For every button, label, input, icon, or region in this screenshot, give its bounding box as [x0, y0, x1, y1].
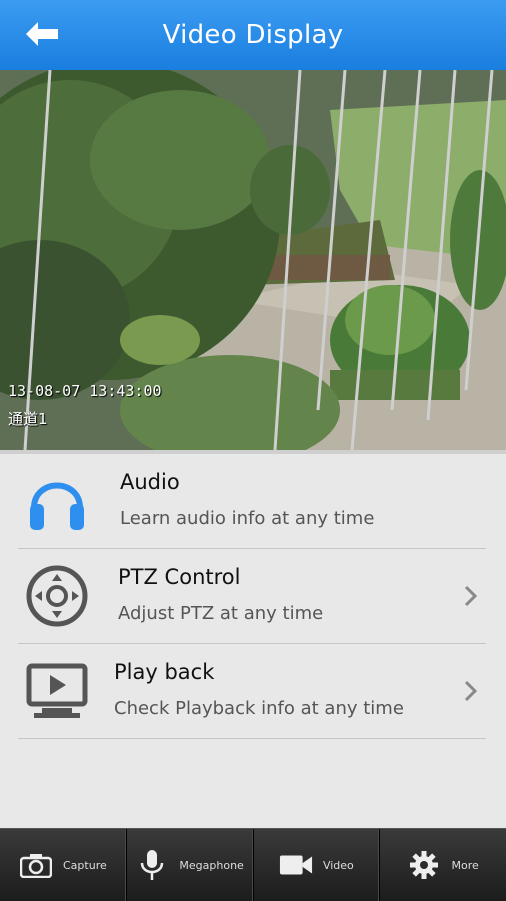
- tab-label-more: More: [451, 858, 479, 872]
- video-feed[interactable]: 13-08-07 13:43:00 通道1: [0, 70, 506, 450]
- options-list: Audio Learn audio info at any time PTZ C…: [18, 454, 486, 739]
- headphones-icon: [30, 482, 84, 530]
- list-item-ptz-control[interactable]: PTZ Control Adjust PTZ at any time: [18, 549, 486, 644]
- chevron-right-icon: [464, 585, 478, 607]
- tab-label-megaphone: Megaphone: [179, 858, 244, 872]
- page-title: Video Display: [162, 20, 344, 50]
- playback-monitor-icon: [26, 663, 88, 718]
- video-channel-label: 通道1: [8, 410, 48, 428]
- camera-icon: [19, 850, 53, 880]
- microphone-icon: [135, 850, 169, 880]
- list-item-play-back[interactable]: Play back Check Playback info at any tim…: [18, 644, 486, 739]
- playback-subtitle: Check Playback info at any time: [114, 698, 404, 719]
- tab-label-video: Video: [322, 858, 354, 872]
- audio-title: Audio: [120, 470, 180, 494]
- list-item-audio[interactable]: Audio Learn audio info at any time: [18, 454, 486, 549]
- ptz-title: PTZ Control: [118, 565, 241, 589]
- video-camera-icon: [279, 850, 313, 880]
- chevron-right-icon: [464, 680, 478, 702]
- app-header: Video Display: [0, 0, 506, 71]
- tab-capture[interactable]: Capture: [0, 829, 127, 901]
- tab-video[interactable]: Video: [254, 829, 381, 901]
- ptz-joystick-icon: [26, 565, 88, 627]
- audio-subtitle: Learn audio info at any time: [120, 508, 375, 529]
- tab-more[interactable]: More: [380, 829, 506, 901]
- tab-megaphone[interactable]: Megaphone: [127, 829, 254, 901]
- playback-title: Play back: [114, 660, 215, 684]
- gear-icon: [407, 850, 441, 880]
- bottom-tab-bar: Capture Megaphone Video More: [0, 828, 506, 901]
- video-timestamp: 13-08-07 13:43:00: [8, 382, 162, 400]
- tab-label-capture: Capture: [63, 858, 107, 872]
- ptz-subtitle: Adjust PTZ at any time: [118, 603, 324, 624]
